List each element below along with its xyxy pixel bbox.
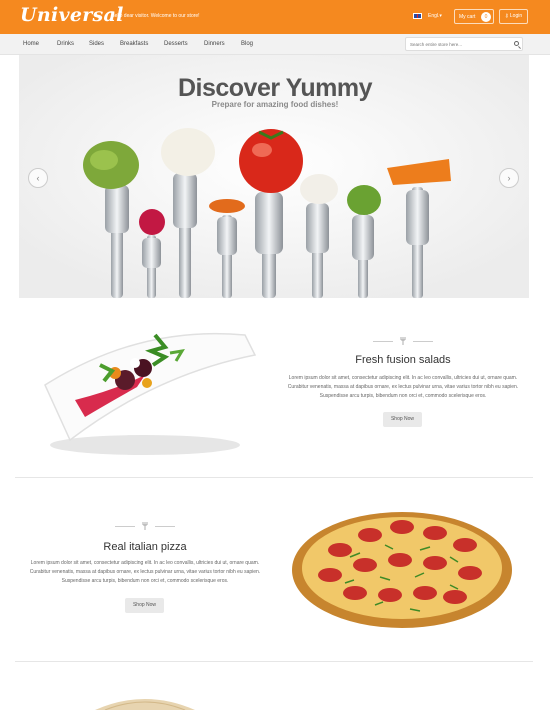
top-header: Universal Hello dear visitor. Welcome to… (0, 0, 550, 34)
shop-now-button[interactable]: Shop Now (383, 412, 422, 427)
cart-label: My cart (459, 14, 476, 20)
language-selector[interactable]: Engl.▾ (428, 13, 442, 19)
flag-icon (413, 13, 422, 19)
chevron-right-icon[interactable]: › (499, 168, 519, 188)
fork-icon (142, 522, 148, 530)
fork-icon (400, 337, 406, 345)
nav-item-dinners[interactable]: Dinners (204, 41, 225, 47)
pizza-image (292, 512, 512, 628)
hero-title: Discover Yummy (177, 74, 373, 102)
user-icon: ⚷ (504, 13, 509, 19)
section-separator (15, 477, 533, 478)
hero-subtitle: Prepare for amazing food dishes! (211, 100, 339, 109)
search-input[interactable] (410, 40, 510, 48)
nav-item-breakfasts[interactable]: Breakfasts (120, 41, 148, 47)
search-icon[interactable] (514, 41, 519, 46)
cart-button[interactable]: My cart 0 (454, 9, 494, 24)
search-box[interactable] (405, 37, 523, 51)
nav-item-desserts[interactable]: Desserts (164, 41, 188, 47)
chevron-left-icon[interactable]: ‹ (28, 168, 48, 188)
nav-item-drinks[interactable]: Drinks (57, 41, 74, 47)
section-divider (373, 337, 433, 345)
nav-item-sides[interactable]: Sides (89, 41, 104, 47)
nav-item-blog[interactable]: Blog (241, 41, 253, 47)
shop-now-button[interactable]: Shop Now (125, 598, 164, 613)
logo[interactable]: Universal (20, 4, 124, 26)
section-divider (115, 522, 175, 530)
salad-plate-image (44, 332, 257, 455)
welcome-message: Hello dear visitor. Welcome to our store… (111, 13, 200, 19)
login-label: Login (509, 13, 523, 19)
login-button[interactable]: ⚷ Login (499, 9, 528, 24)
bread-image (95, 699, 195, 710)
nav-item-home[interactable]: Home (23, 41, 39, 47)
feature-description: Lorem ipsum dolor sit amet, consectetur … (29, 560, 261, 584)
section-separator (15, 661, 533, 662)
cart-count-badge: 0 (481, 12, 491, 22)
feature-title: Fresh fusion salads (355, 354, 451, 366)
feature-description: Lorem ipsum dolor sit amet, consectetur … (287, 375, 519, 399)
feature-title: Real italian pizza (103, 541, 187, 553)
